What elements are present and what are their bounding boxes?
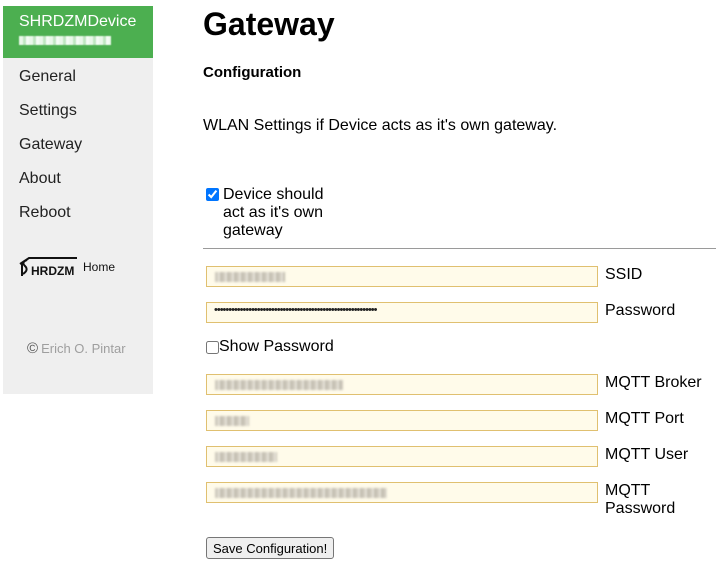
password-label: Password	[605, 302, 676, 319]
show-password-option: Show Password	[206, 338, 334, 356]
ssid-field[interactable]	[206, 266, 598, 287]
own-gateway-checkbox[interactable]	[206, 188, 219, 201]
mqtt-password-value-redacted	[215, 488, 387, 498]
mqtt-broker-value-redacted	[215, 380, 343, 390]
divider	[203, 248, 716, 249]
mqtt-port-label: MQTT Port	[605, 410, 684, 427]
mqtt-broker-label: MQTT Broker	[605, 374, 702, 391]
brand-header[interactable]: SHRDZMDevice	[3, 6, 153, 58]
mqtt-port-field[interactable]	[206, 410, 598, 431]
copyright-name[interactable]: Erich O. Pintar	[41, 341, 126, 356]
copyright-symbol: ©	[27, 340, 39, 357]
mqtt-user-field[interactable]	[206, 446, 598, 467]
page-title: Gateway	[203, 6, 335, 42]
logo-home-label: Home	[83, 260, 116, 274]
sidebar-item-about[interactable]: About	[3, 164, 153, 198]
sidebar-item-gateway[interactable]: Gateway	[3, 130, 153, 164]
description: WLAN Settings if Device acts as it's own…	[203, 117, 558, 134]
save-configuration-button[interactable]: Save Configuration!	[206, 537, 335, 559]
brand-title: SHRDZMDevice	[19, 13, 137, 30]
ssid-value-redacted	[215, 272, 285, 282]
logo-icon: HRDZM	[19, 257, 77, 278]
ssid-label: SSID	[605, 266, 643, 283]
sidebar: SHRDZMDevice General Settings Gateway Ab…	[3, 6, 153, 394]
sidebar-item-settings[interactable]: Settings	[3, 96, 153, 130]
sidebar-nav: General Settings Gateway About Reboot	[3, 58, 153, 232]
show-password-checkbox[interactable]	[206, 340, 219, 354]
copyright: © Erich O. Pintar	[27, 340, 126, 357]
password-field[interactable]: ••••••••••••••••••••••••••••••••••••••••…	[206, 302, 598, 323]
mqtt-user-value-redacted	[215, 452, 277, 462]
mqtt-user-label: MQTT User	[605, 446, 689, 463]
mqtt-password-field[interactable]	[206, 482, 598, 503]
mqtt-port-value-redacted	[215, 416, 249, 426]
logo-link[interactable]: HRDZM Home	[19, 256, 115, 278]
show-password-label: Show Password	[219, 338, 334, 355]
logo-text: HRDZM	[31, 264, 74, 278]
password-value: ••••••••••••••••••••••••••••••••••••••••…	[214, 304, 378, 316]
sidebar-item-general[interactable]: General	[3, 62, 153, 96]
mqtt-password-label: MQTT Password	[605, 482, 676, 517]
sidebar-item-reboot[interactable]: Reboot	[3, 198, 153, 232]
device-id-redacted	[19, 36, 111, 45]
own-gateway-option: Device should act as it's own gateway	[203, 186, 333, 240]
mqtt-broker-field[interactable]	[206, 374, 598, 395]
own-gateway-label: Device should act as it's own gateway	[223, 186, 324, 239]
section-title: Configuration	[203, 64, 302, 81]
